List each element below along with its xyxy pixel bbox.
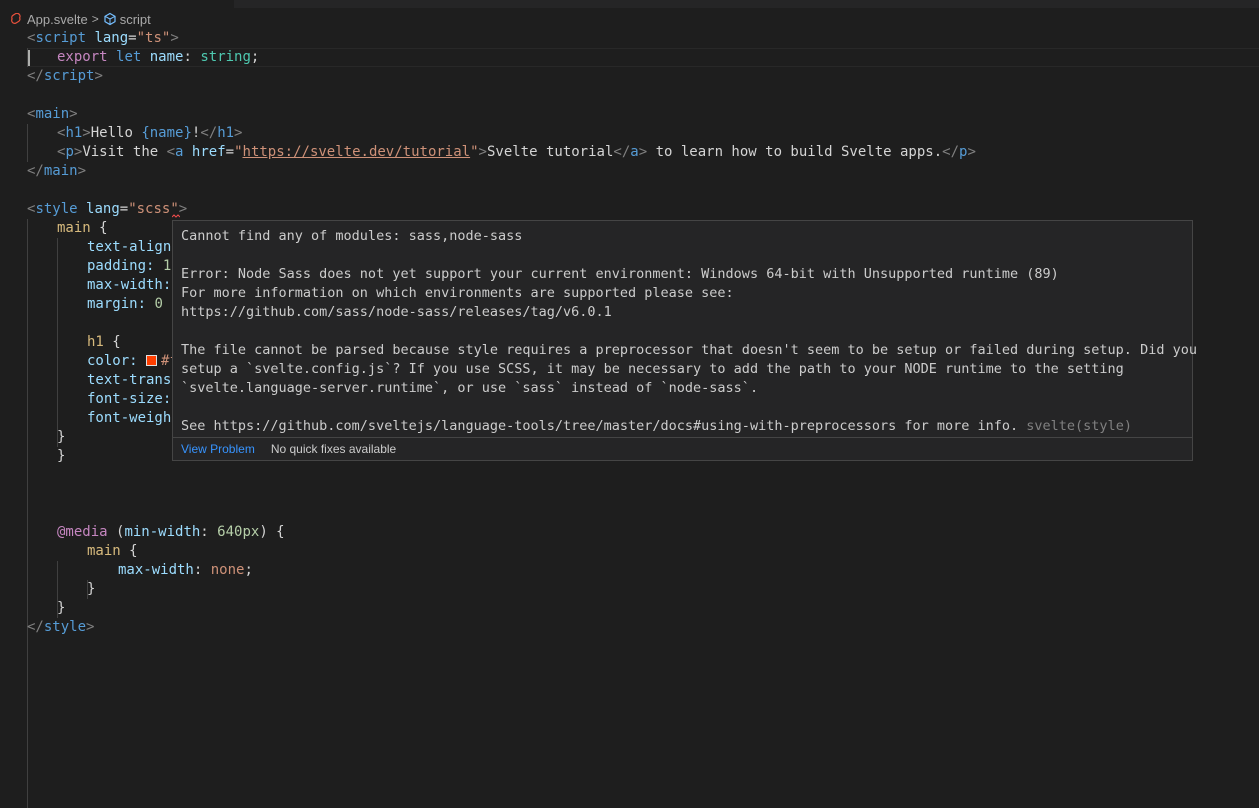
code-line: </main> — [27, 163, 87, 179]
code-line: <p>Visit the <a href="https://svelte.dev… — [57, 144, 976, 160]
hover-message-line: setup a `svelte.config.js`? If you use S… — [181, 361, 1124, 377]
code-line: text-transf — [87, 372, 180, 388]
code-line: h1 { — [87, 334, 121, 350]
no-quick-fixes-label: No quick fixes available — [270, 442, 397, 456]
hover-message-line: See https://github.com/sveltejs/language… — [181, 417, 1184, 436]
code-line: <h1>Hello {name}!</h1> — [57, 125, 243, 141]
code-line: color: #f — [87, 353, 178, 369]
code-line: @media (min-width: 640px) { — [57, 524, 285, 540]
code-line: max-width: none; — [118, 562, 253, 578]
tutorial-link[interactable]: https://svelte.dev/tutorial — [243, 144, 471, 160]
color-swatch[interactable] — [146, 354, 158, 366]
code-line: main { — [57, 220, 108, 236]
breadcrumb-symbol[interactable]: script — [120, 12, 151, 27]
code-line: <style lang="scss"> — [27, 201, 188, 217]
symbol-namespace-icon — [103, 12, 117, 26]
text-cursor — [28, 50, 30, 66]
code-line: } — [57, 429, 66, 445]
tab-strip-empty-area — [234, 0, 1259, 8]
code-line: <script lang="ts"> — [27, 30, 179, 46]
hover-message-line: The file cannot be parsed because style … — [181, 342, 1197, 358]
hover-message-line — [181, 322, 1184, 341]
indent-guide — [27, 219, 28, 808]
breadcrumb-separator: > — [91, 12, 99, 26]
code-line: </script> — [27, 68, 103, 84]
hover-message-line: Cannot find any of modules: sass,node-sa… — [181, 228, 523, 244]
breadcrumb-file[interactable]: App.svelte — [27, 12, 88, 27]
hover-message-line — [181, 246, 1184, 265]
hover-see-more: See https://github.com/sveltejs/language… — [181, 418, 1019, 434]
indent-guide — [27, 124, 28, 162]
tab-strip — [0, 0, 1259, 8]
code-line: font-size: — [87, 391, 172, 407]
hover-status-bar: View Problem No quick fixes available — [173, 437, 1192, 460]
diagnostic-source: svelte(style) — [1018, 418, 1132, 434]
indent-guide — [57, 238, 58, 447]
svelte-icon — [11, 12, 21, 26]
code-line: font-weight — [87, 410, 180, 426]
breadcrumb: App.svelte > script — [0, 9, 1259, 29]
code-line: text-align: — [87, 239, 180, 255]
hover-message-line: `svelte.language-server.runtime`, or use… — [181, 380, 759, 396]
code-line: export let name: string; — [57, 49, 260, 65]
hover-message-line — [181, 398, 1184, 417]
code-line: </style> — [27, 619, 95, 635]
hover-message-line: For more information on which environmen… — [181, 285, 734, 301]
error-hover-widget: Cannot find any of modules: sass,node-sa… — [172, 220, 1197, 461]
code-line: } — [87, 581, 96, 597]
code-line: max-width: — [87, 277, 172, 293]
view-problem-link[interactable]: View Problem — [181, 442, 255, 456]
code-line: <main> — [27, 106, 78, 122]
error-squiggle — [172, 214, 180, 218]
code-line: padding: 1e — [87, 258, 180, 274]
code-line: } — [57, 448, 66, 464]
code-line: } — [57, 600, 66, 616]
code-line: main { — [87, 543, 138, 559]
hover-message-line: https://github.com/sass/node-sass/releas… — [181, 304, 612, 320]
code-line: margin: 0 a — [87, 296, 180, 312]
hover-message-line: Error: Node Sass does not yet support yo… — [181, 266, 1059, 282]
hover-message: Cannot find any of modules: sass,node-sa… — [181, 227, 1197, 436]
